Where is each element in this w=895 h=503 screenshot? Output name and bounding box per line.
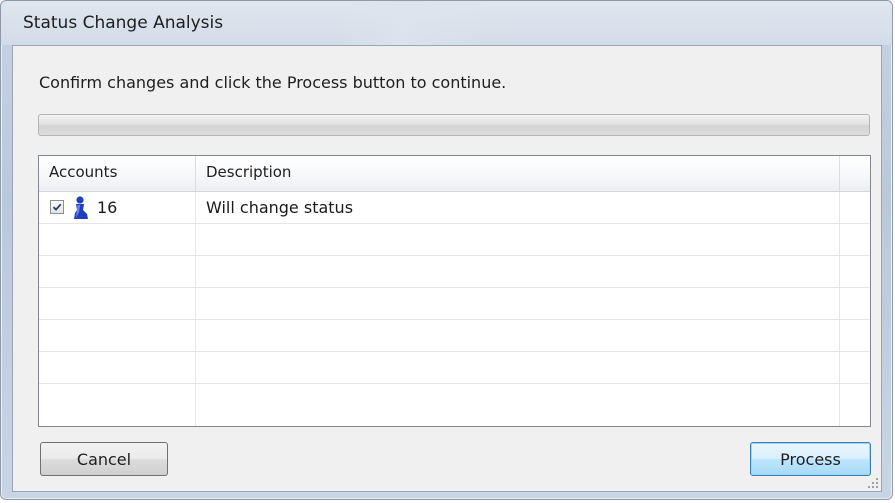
cell-accounts: 16 [39, 192, 196, 223]
resize-grip-icon[interactable] [867, 477, 879, 489]
row-checkbox[interactable] [50, 200, 64, 214]
column-header-filler [840, 156, 870, 191]
cell-description: Will change status [196, 192, 840, 223]
cancel-button[interactable]: Cancel [40, 442, 168, 476]
cell-description [196, 224, 840, 255]
cell-description [196, 288, 840, 319]
grid-empty-area [39, 384, 870, 426]
progress-bar [38, 114, 870, 136]
title-bar[interactable]: Status Change Analysis [1, 1, 892, 45]
cell-filler [840, 352, 870, 383]
account-count: 16 [97, 198, 118, 217]
cell-description [196, 320, 840, 351]
dialog-body: Confirm changes and click the Process bu… [12, 45, 882, 492]
cell-description [196, 352, 840, 383]
cell-accounts [39, 288, 196, 319]
process-button[interactable]: Process [750, 442, 871, 476]
table-row[interactable] [39, 256, 870, 288]
window-title: Status Change Analysis [23, 13, 224, 33]
cell-filler [840, 256, 870, 287]
accounts-grid: Accounts Description 16 Will change stat… [38, 155, 871, 427]
table-row[interactable] [39, 320, 870, 352]
table-row[interactable] [39, 224, 870, 256]
cell-accounts [39, 256, 196, 287]
column-header-accounts[interactable]: Accounts [39, 156, 196, 191]
cell-filler [840, 288, 870, 319]
cell-accounts [39, 352, 196, 383]
instruction-text: Confirm changes and click the Process bu… [39, 73, 507, 92]
table-row[interactable]: 16 Will change status [39, 192, 870, 224]
cell-filler [840, 224, 870, 255]
column-header-description[interactable]: Description [196, 156, 840, 191]
cell-accounts [39, 320, 196, 351]
cell-description [196, 384, 840, 426]
grid-header: Accounts Description [39, 156, 870, 192]
cell-description [196, 256, 840, 287]
table-row[interactable] [39, 288, 870, 320]
checkmark-icon [52, 203, 62, 211]
cell-filler [840, 384, 870, 426]
person-icon [70, 195, 92, 225]
cell-filler [840, 320, 870, 351]
status-change-analysis-dialog: Status Change Analysis Confirm changes a… [0, 0, 893, 500]
cell-accounts [39, 224, 196, 255]
cell-filler [840, 192, 870, 223]
cell-accounts [39, 384, 196, 426]
table-row[interactable] [39, 352, 870, 384]
